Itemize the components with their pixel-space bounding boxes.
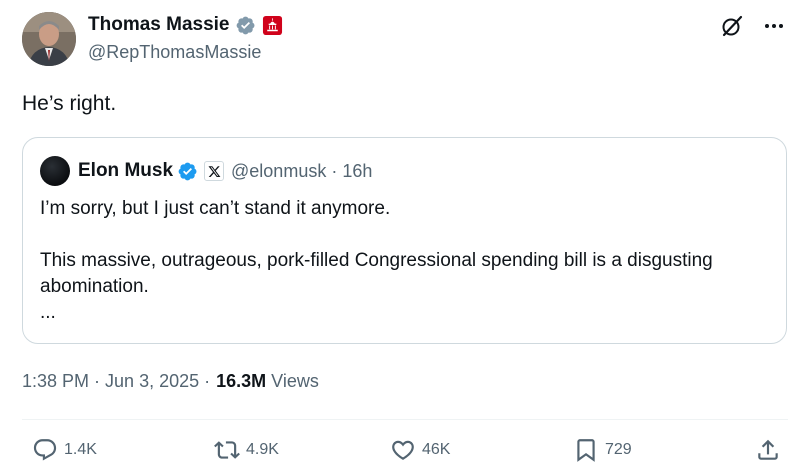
repost-count: 4.9K xyxy=(246,441,279,458)
bookmark-icon xyxy=(577,439,595,462)
gray-verified-badge-icon[interactable] xyxy=(235,15,256,36)
quoted-tweet-line: I’m sorry, but I just can’t stand it any… xyxy=(40,198,391,219)
quoted-tweet-line: This massive, outrageous, pork-filled Co… xyxy=(40,250,713,297)
top-actions xyxy=(720,14,786,38)
views-count: 16.3M xyxy=(216,371,267,391)
us-capitol-affiliation-icon[interactable] xyxy=(262,15,283,36)
share-icon xyxy=(758,439,778,460)
bookmark-count: 729 xyxy=(605,441,632,458)
quoted-author-avatar[interactable] xyxy=(40,156,70,186)
repost-button[interactable]: 4.9K xyxy=(214,433,279,467)
quoted-author-handle[interactable]: @elonmusk xyxy=(231,161,326,182)
x-affiliation-badge[interactable] xyxy=(204,161,225,181)
like-button[interactable]: 46K xyxy=(390,433,450,467)
tweet-meta: 1:38 PM · Jun 3, 2025 · 16.3M Views xyxy=(22,371,319,392)
avatar-photo xyxy=(22,12,76,66)
author-info: Thomas Massie @RepThomasMassie xyxy=(88,12,283,63)
reply-button[interactable]: 1.4K xyxy=(32,433,97,467)
grok-icon[interactable] xyxy=(720,14,744,38)
like-count: 46K xyxy=(422,441,451,458)
x-logo-icon xyxy=(208,165,220,177)
quoted-tweet-header: Elon Musk @elonmusk · 16h xyxy=(40,156,372,186)
quoted-tweet[interactable]: Elon Musk @elonmusk · 16h I’m sorry, but… xyxy=(22,137,787,344)
reply-count: 1.4K xyxy=(64,441,97,458)
tweet-date[interactable]: Jun 3, 2025 xyxy=(105,371,199,392)
divider xyxy=(22,419,788,420)
views-label: Views xyxy=(271,371,319,391)
author-avatar[interactable] xyxy=(22,12,76,66)
bookmark-button[interactable]: 729 xyxy=(573,433,632,467)
author-handle[interactable]: @RepThomasMassie xyxy=(88,42,283,63)
separator-dot: · xyxy=(204,371,211,391)
blue-verified-badge-icon[interactable] xyxy=(177,161,198,182)
quoted-author-name[interactable]: Elon Musk xyxy=(78,160,173,182)
share-button[interactable] xyxy=(755,433,781,467)
author-name[interactable]: Thomas Massie xyxy=(88,14,230,36)
separator-dot: · xyxy=(94,371,101,391)
more-options-icon[interactable] xyxy=(762,14,786,38)
separator-dot: · xyxy=(331,160,338,181)
tweet-text: He’s right. xyxy=(22,92,117,115)
quoted-tweet-ellipsis: ... xyxy=(40,302,56,323)
repost-icon xyxy=(214,441,240,459)
heart-icon xyxy=(392,440,414,460)
tweet-time[interactable]: 1:38 PM xyxy=(22,371,89,392)
action-bar: 1.4K 4.9K 46K 729 xyxy=(22,433,787,467)
reply-icon xyxy=(33,439,57,461)
quoted-tweet-time[interactable]: 16h xyxy=(342,161,372,182)
quoted-tweet-body: I’m sorry, but I just can’t stand it any… xyxy=(40,196,760,326)
